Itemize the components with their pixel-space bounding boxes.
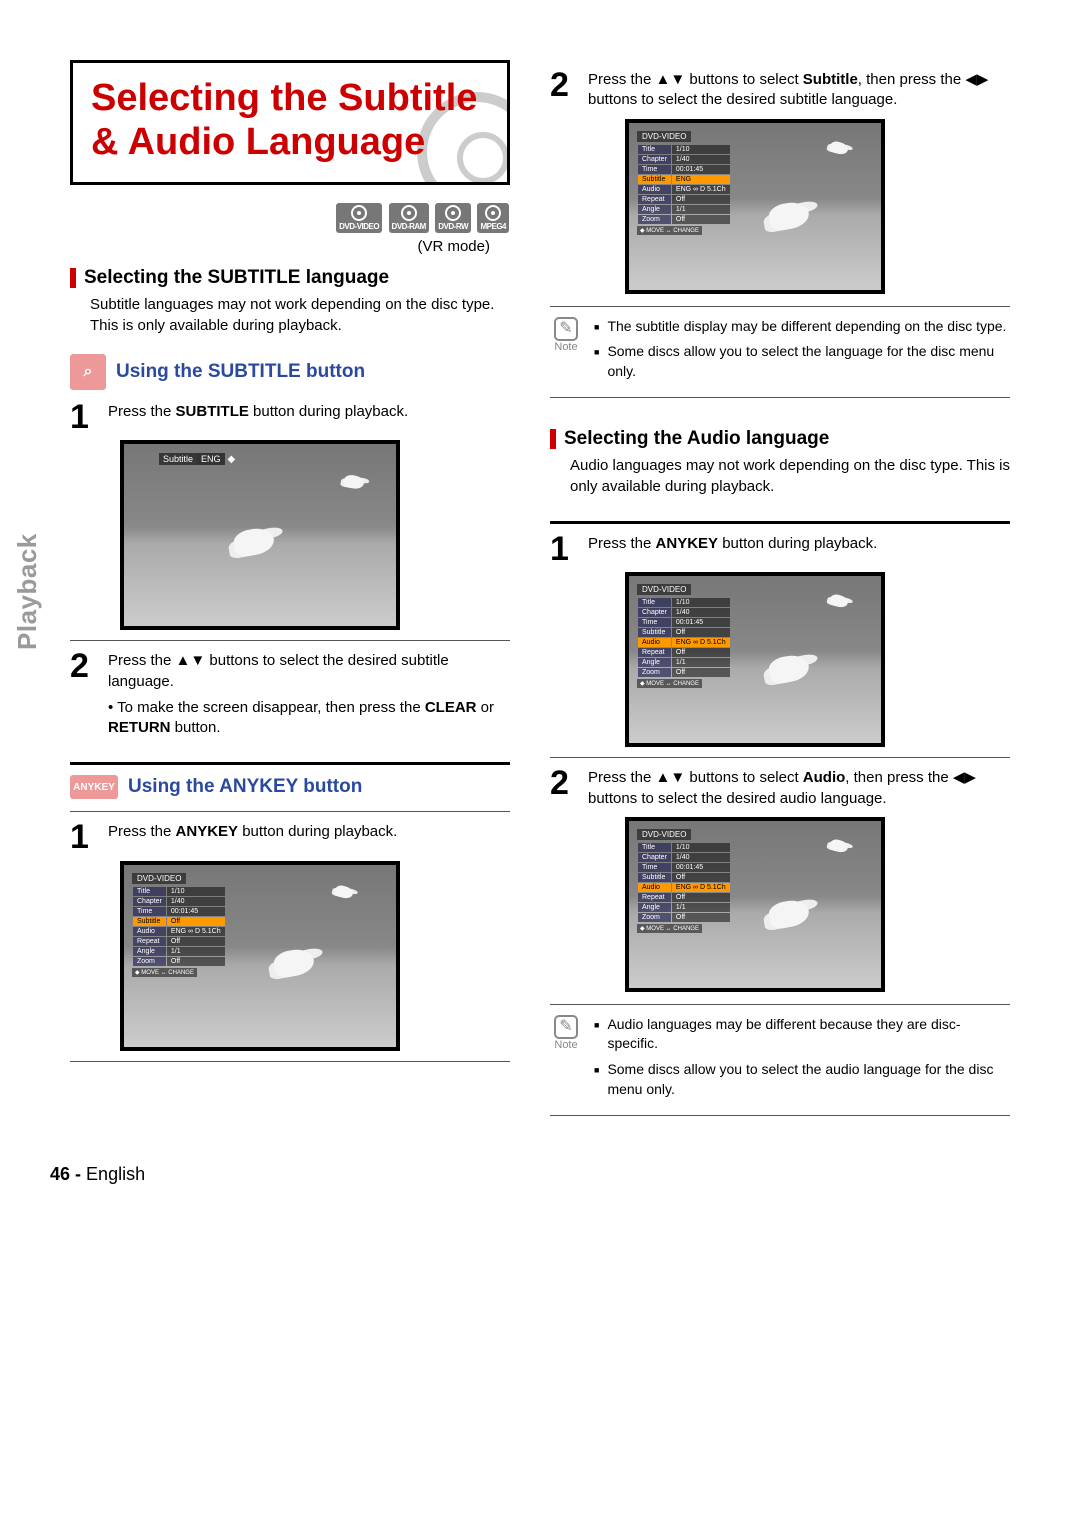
step-text: Press the SUBTITLE button during playbac… (108, 402, 510, 433)
screenshot-subtitle: SubtitleENG◆ (120, 440, 400, 630)
step-text: Press the ▲▼ buttons to select Subtitle,… (588, 70, 1010, 111)
divider-thick (550, 521, 1010, 524)
page-footer: 46 - English (50, 1164, 1010, 1185)
disc-icon: DVD-RW (435, 203, 471, 233)
note-block: ✎ Note Audio languages may be different … (550, 1004, 1010, 1116)
step-number: 2 (550, 70, 578, 111)
bird-graphic (767, 898, 811, 931)
sub-heading: ⌕ Using the SUBTITLE button (70, 354, 510, 390)
step: 2 Press the ▲▼ buttons to select Audio, … (550, 768, 1010, 809)
bird-graphic (829, 838, 849, 854)
sub-title: Using the ANYKEY button (128, 776, 362, 798)
disc-icon: DVD-RAM (389, 203, 429, 233)
red-bar-icon (70, 268, 76, 288)
divider (550, 757, 1010, 758)
note-item: The subtitle display may be different de… (594, 317, 1010, 337)
left-column: Selecting the Subtitle & Audio Language … (50, 60, 510, 1124)
step: 1 Press the ANYKEY button during playbac… (550, 534, 1010, 565)
osd-overlay: DVD-VIDEOTitle1/10Chapter1/40Time00:01:4… (637, 829, 731, 933)
section-title: Selecting the SUBTITLE language (84, 267, 389, 289)
bird-graphic (334, 884, 354, 900)
note-list: The subtitle display may be different de… (594, 317, 1010, 388)
sub-heading: ANYKEY Using the ANYKEY button (70, 775, 510, 799)
note-block: ✎ Note The subtitle display may be diffe… (550, 306, 1010, 399)
sub-title: Using the SUBTITLE button (116, 361, 365, 383)
section-heading: Selecting the SUBTITLE language (70, 267, 510, 289)
step-text: Press the ▲▼ buttons to select Audio, th… (588, 768, 1010, 809)
anykey-button-icon: ANYKEY (70, 775, 118, 799)
divider (70, 640, 510, 641)
osd-overlay: DVD-VIDEOTitle1/10Chapter1/40Time00:01:4… (132, 873, 226, 977)
bird-graphic (767, 653, 811, 686)
screenshot-anykey-osd: DVD-VIDEOTitle1/10Chapter1/40Time00:01:4… (120, 861, 400, 1051)
step-number: 1 (550, 534, 578, 565)
step: 2 Press the ▲▼ buttons to select Subtitl… (550, 70, 1010, 111)
bird-graphic (343, 474, 365, 490)
section-intro: Audio languages may not work depending o… (570, 456, 1010, 497)
step-text: Press the ANYKEY button during playback. (108, 822, 510, 853)
disc-icon: DVD-VIDEO (336, 203, 382, 233)
divider (70, 811, 510, 812)
step: 1 Press the ANYKEY button during playbac… (70, 822, 510, 853)
disc-icon: MPEG4 (477, 203, 509, 233)
pencil-icon: ✎ (554, 1015, 578, 1039)
note-item: Some discs allow you to select the langu… (594, 342, 1010, 381)
section-heading: Selecting the Audio language (550, 428, 1010, 450)
note-item: Audio languages may be different because… (594, 1015, 1010, 1054)
osd-overlay: DVD-VIDEOTitle1/10Chapter1/40Time00:01:4… (637, 584, 731, 688)
section-intro: Subtitle languages may not work dependin… (90, 295, 510, 336)
page-columns: Selecting the Subtitle & Audio Language … (50, 60, 1010, 1124)
step-number: 1 (70, 822, 98, 853)
note-item: Some discs allow you to select the audio… (594, 1060, 1010, 1099)
screenshot-audio-osd: DVD-VIDEOTitle1/10Chapter1/40Time00:01:4… (625, 572, 885, 747)
subtitle-osd-strip: SubtitleENG◆ (159, 454, 238, 465)
note-list: Audio languages may be different because… (594, 1015, 1010, 1105)
vr-mode-label: (VR mode) (50, 238, 490, 255)
step-number: 2 (70, 651, 98, 738)
note-icon: ✎ Note (550, 317, 582, 388)
step: 1 Press the SUBTITLE button during playb… (70, 402, 510, 433)
pencil-icon: ✎ (554, 317, 578, 341)
bird-graphic (272, 947, 316, 980)
divider (70, 1061, 510, 1062)
right-column: 2 Press the ▲▼ buttons to select Subtitl… (550, 60, 1010, 1124)
divider-thick (70, 762, 510, 765)
bird-graphic (829, 140, 849, 156)
screenshot-subtitle-osd: DVD-VIDEOTitle1/10Chapter1/40Time00:01:4… (625, 119, 885, 294)
disc-icon-row: DVD-VIDEO DVD-RAM DVD-RW MPEG4 (70, 203, 510, 234)
step-number: 2 (550, 768, 578, 809)
red-bar-icon (550, 429, 556, 449)
bird-graphic (767, 199, 811, 232)
osd-overlay: DVD-VIDEOTitle1/10Chapter1/40Time00:01:4… (637, 131, 731, 235)
screenshot-audio-osd-2: DVD-VIDEOTitle1/10Chapter1/40Time00:01:4… (625, 817, 885, 992)
page-title: Selecting the Subtitle & Audio Language (91, 77, 489, 164)
title-box: Selecting the Subtitle & Audio Language (70, 60, 510, 185)
note-icon: ✎ Note (550, 1015, 582, 1105)
step-text: Press the ▲▼ buttons to select the desir… (108, 651, 510, 738)
step-number: 1 (70, 402, 98, 433)
step: 2 Press the ▲▼ buttons to select the des… (70, 651, 510, 738)
bird-graphic (232, 526, 276, 559)
step-text: Press the ANYKEY button during playback. (588, 534, 1010, 565)
section-tab: Playback (12, 533, 43, 650)
subtitle-button-icon: ⌕ (70, 354, 106, 390)
bird-graphic (829, 593, 849, 609)
section-title: Selecting the Audio language (564, 428, 829, 450)
